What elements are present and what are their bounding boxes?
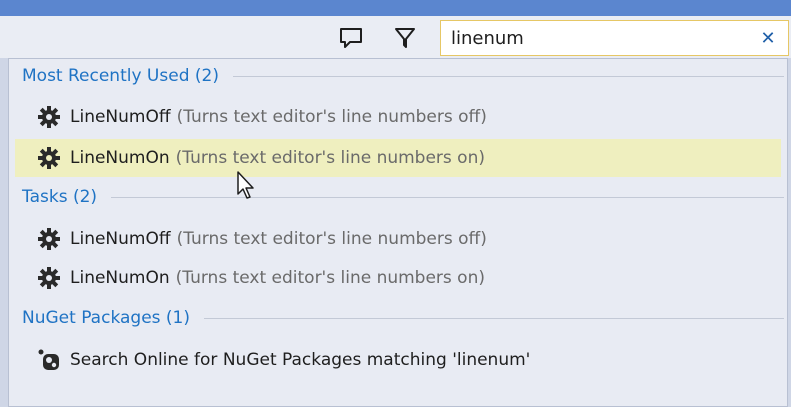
group-header-most-recently-used: Most Recently Used (2)	[22, 64, 784, 88]
result-item-nuget-search-online[interactable]: Search Online for NuGet Packages matchin…	[15, 341, 781, 379]
item-description: (Turns text editor's line numbers off)	[176, 229, 487, 249]
item-name: LineNumOff	[70, 229, 171, 249]
gear-icon	[36, 226, 62, 252]
group-title: Most Recently Used (2)	[22, 66, 219, 86]
close-icon[interactable]: ✕	[756, 25, 780, 51]
result-item-linenumoff-mru[interactable]: LineNumOff (Turns text editor's line num…	[15, 98, 781, 136]
search-input[interactable]	[451, 21, 751, 55]
window-title-bar	[0, 0, 791, 16]
group-divider	[232, 75, 784, 77]
item-name: LineNumOn	[70, 268, 170, 288]
item-description: (Turns text editor's line numbers on)	[175, 148, 485, 168]
result-item-linenumon-tasks[interactable]: LineNumOn (Turns text editor's line numb…	[15, 259, 781, 297]
gear-icon	[36, 145, 62, 171]
group-header-tasks: Tasks (2)	[22, 185, 784, 209]
quick-launch-search-box[interactable]: ✕	[440, 20, 789, 56]
speech-bubble-icon[interactable]	[336, 24, 366, 52]
clear-search-glyph: ✕	[760, 27, 776, 49]
group-divider	[204, 317, 784, 319]
mouse-pointer-icon	[236, 170, 256, 204]
result-item-linenumoff-tasks[interactable]: LineNumOff (Turns text editor's line num…	[15, 220, 781, 258]
item-description: (Turns text editor's line numbers on)	[175, 268, 485, 288]
group-title: Tasks (2)	[22, 187, 98, 207]
group-divider	[111, 196, 784, 198]
group-header-nuget-packages: NuGet Packages (1)	[22, 306, 784, 330]
group-title: NuGet Packages (1)	[22, 308, 190, 328]
result-item-linenumon-mru[interactable]: LineNumOn (Turns text editor's line numb…	[15, 139, 781, 177]
item-name: Search Online for NuGet Packages matchin…	[70, 350, 531, 370]
search-results-popup: Most Recently Used (2) LineNumOff (Turns…	[8, 58, 788, 407]
item-description: (Turns text editor's line numbers off)	[176, 107, 487, 127]
item-name: LineNumOff	[70, 107, 171, 127]
gear-icon	[36, 104, 62, 130]
filter-funnel-icon[interactable]	[390, 24, 420, 52]
nuget-icon	[36, 347, 62, 373]
gear-icon	[36, 265, 62, 291]
item-name: LineNumOn	[70, 148, 170, 168]
